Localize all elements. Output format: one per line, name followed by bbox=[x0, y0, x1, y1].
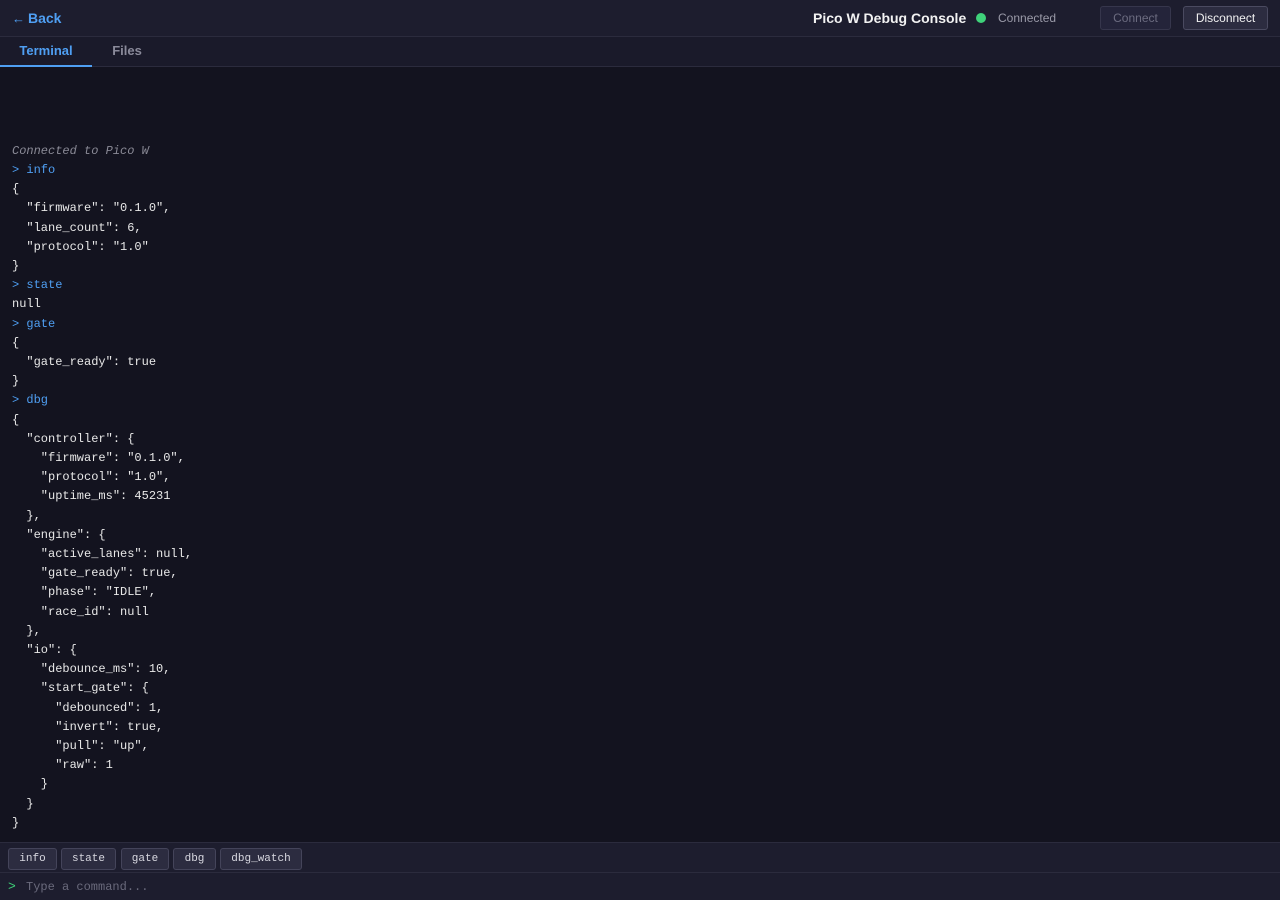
terminal-output-line: "pull": "up", bbox=[12, 738, 149, 753]
terminal-output-line: "protocol": "1.0", bbox=[12, 470, 171, 485]
terminal-output[interactable]: Connected to Pico W > info { "firmware": "… bbox=[0, 67, 1280, 842]
page-title: Pico W Debug Console bbox=[813, 10, 967, 26]
connection-status: Connected bbox=[998, 11, 1057, 25]
terminal-output-line: { bbox=[12, 335, 20, 350]
terminal-output-line: } bbox=[12, 796, 34, 811]
back-button[interactable]: ← Back bbox=[12, 10, 61, 26]
terminal-output-line: "gate_ready": true, bbox=[12, 566, 178, 581]
quick-command-bar: info state gate dbg dbg_watch bbox=[0, 842, 1280, 872]
quick-command-dbg-watch[interactable]: dbg_watch bbox=[220, 848, 302, 870]
terminal-output-line: "engine": { bbox=[12, 527, 106, 542]
terminal-output-line: } bbox=[12, 777, 49, 792]
quick-command-info[interactable]: info bbox=[8, 848, 57, 870]
arrow-left-icon: ← bbox=[12, 10, 25, 26]
command-input[interactable] bbox=[26, 877, 1266, 897]
terminal-output-line: { bbox=[12, 182, 20, 197]
quick-command-dbg[interactable]: dbg bbox=[173, 848, 216, 870]
terminal-output-line: "active_lanes": null, bbox=[12, 546, 193, 561]
terminal-command-line: > dbg bbox=[12, 393, 49, 408]
terminal-output-line: }, bbox=[12, 508, 41, 523]
terminal-output-line: "start_gate": { bbox=[12, 681, 149, 696]
terminal-output-line: "firmware": "0.1.0", bbox=[12, 201, 171, 216]
terminal-command-line: > info bbox=[12, 162, 56, 177]
disconnect-button[interactable]: Disconnect bbox=[1183, 6, 1268, 30]
terminal-command-line: > state bbox=[12, 278, 63, 293]
terminal-output-line: } bbox=[12, 258, 20, 273]
terminal-output-line: "controller": { bbox=[12, 431, 135, 446]
tab-bar: Terminal Files bbox=[0, 37, 1280, 67]
terminal-output-line: "protocol": "1.0" bbox=[12, 239, 149, 254]
quick-command-state[interactable]: state bbox=[61, 848, 116, 870]
terminal-output-line: "phase": "IDLE", bbox=[12, 585, 157, 600]
terminal-output-line: }, bbox=[12, 623, 41, 638]
terminal-output-line: "uptime_ms": 45231 bbox=[12, 489, 171, 504]
terminal-output-line: "lane_count": 6, bbox=[12, 220, 142, 235]
command-input-bar: > bbox=[0, 872, 1280, 900]
terminal-output-line: } bbox=[12, 374, 20, 389]
terminal-output-line: } bbox=[12, 815, 20, 830]
back-label: Back bbox=[28, 10, 62, 26]
quick-command-gate[interactable]: gate bbox=[121, 848, 169, 870]
terminal-output-line: "invert": true, bbox=[12, 719, 164, 734]
tab-files[interactable]: Files bbox=[92, 37, 162, 67]
terminal-system-line: Connected to Pico W bbox=[12, 143, 149, 158]
terminal-output-line: "race_id": null bbox=[12, 604, 149, 619]
connect-button[interactable]: Connect bbox=[1100, 6, 1171, 30]
terminal-output-line: "io": { bbox=[12, 642, 77, 657]
terminal-output-line: null bbox=[12, 297, 41, 312]
terminal-output-line: "firmware": "0.1.0", bbox=[12, 450, 185, 465]
prompt-symbol: > bbox=[8, 879, 16, 894]
terminal-output-line: { bbox=[12, 412, 20, 427]
terminal-output-line: "debounced": 1, bbox=[12, 700, 164, 715]
terminal-log: Connected to Pico W > info { "firmware": "… bbox=[12, 142, 192, 833]
header-bar: ← Back Pico W Debug Console Connected Co… bbox=[0, 0, 1280, 37]
terminal-output-line: "debounce_ms": 10, bbox=[12, 662, 171, 677]
terminal-output-line: "raw": 1 bbox=[12, 758, 113, 773]
terminal-command-line: > gate bbox=[12, 316, 56, 331]
terminal-output-line: "gate_ready": true bbox=[12, 354, 157, 369]
tab-terminal[interactable]: Terminal bbox=[0, 37, 92, 67]
status-indicator-dot bbox=[976, 13, 986, 23]
